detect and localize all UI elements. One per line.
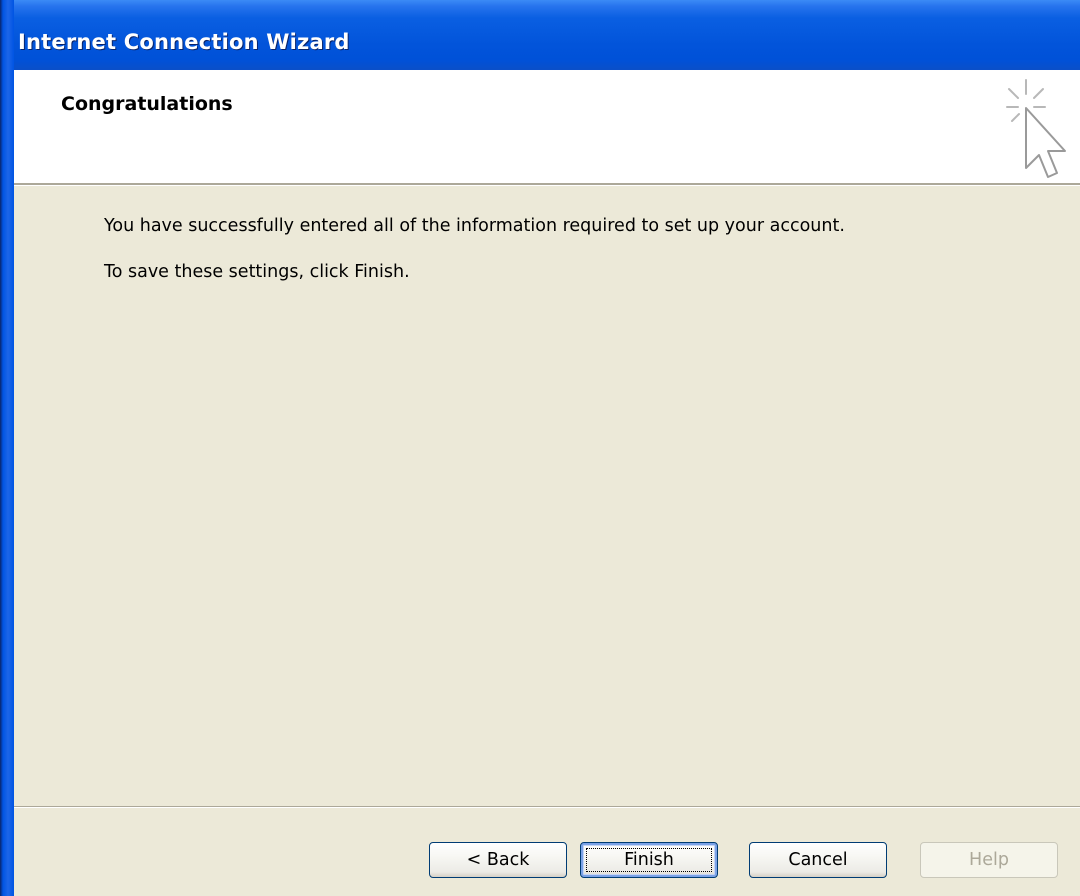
finish-button[interactable]: Finish: [580, 842, 718, 878]
wizard-window: Internet Connection Wizard Congratulatio…: [0, 0, 1080, 896]
wizard-header: Congratulations: [14, 70, 1080, 183]
success-message: You have successfully entered all of the…: [104, 216, 845, 236]
back-button-label: < Back: [466, 850, 530, 870]
wizard-cursor-sparkle-icon: [1006, 79, 1066, 178]
cancel-button-label: Cancel: [788, 850, 848, 870]
title-bar[interactable]: Internet Connection Wizard: [0, 0, 1080, 70]
cancel-button[interactable]: Cancel: [749, 842, 887, 878]
footer-divider: [14, 806, 1080, 808]
focus-ring: [586, 848, 712, 872]
window-left-border: [0, 0, 14, 896]
header-divider: [14, 183, 1080, 186]
back-button[interactable]: < Back: [429, 842, 567, 878]
page-title: Congratulations: [61, 93, 233, 115]
help-button-label: Help: [969, 850, 1009, 870]
help-button: Help: [920, 842, 1058, 878]
window-title: Internet Connection Wizard: [18, 30, 350, 54]
finish-instruction: To save these settings, click Finish.: [104, 262, 410, 282]
